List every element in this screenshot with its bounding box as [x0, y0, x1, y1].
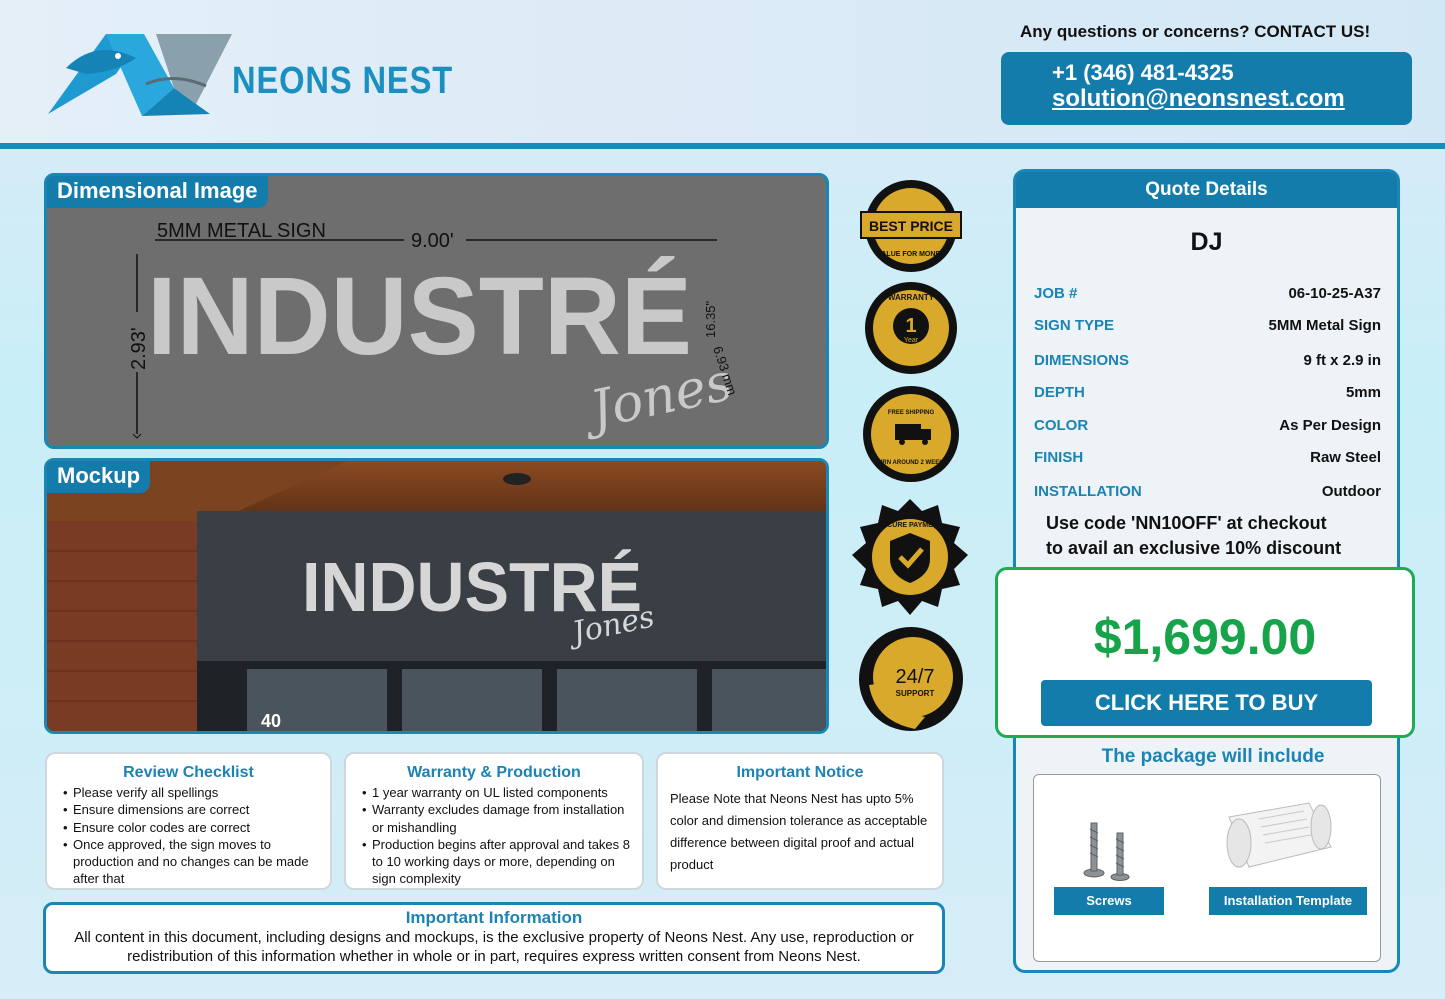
- price: $1,699.00: [1093, 609, 1317, 665]
- contact-heading: Any questions or concerns? CONTACT US!: [1020, 22, 1371, 41]
- dim-right-label-1: 16.35": [703, 300, 718, 338]
- package-box: Screws Installation Template: [1033, 774, 1381, 962]
- important-information-box: Important Information All content in thi…: [43, 902, 945, 974]
- warranty-production-card: Warranty & Production 1 year warranty on…: [344, 752, 644, 890]
- buy-button[interactable]: CLICK HERE TO BUY: [1041, 680, 1372, 726]
- price-box: $1,699.00 CLICK HERE TO BUY: [995, 567, 1415, 738]
- svg-text:FREE SHIPPING: FREE SHIPPING: [888, 410, 935, 416]
- quote-title: Quote Details: [1016, 172, 1397, 208]
- quote-row: JOB #06-10-25-A37: [1034, 285, 1381, 302]
- mockup-tag: Mockup: [47, 461, 151, 493]
- best-price-badge: BEST PRICE VALUE FOR MONEY: [860, 180, 962, 272]
- quote-row: DEPTH 5mm: [1034, 384, 1381, 401]
- dimensional-image-tag: Dimensional Image: [47, 176, 268, 208]
- svg-text:BEST PRICE: BEST PRICE: [869, 218, 953, 234]
- notice-title: Important Notice: [736, 764, 864, 781]
- installation-template-icon: [1226, 802, 1332, 868]
- dim-sign-label: 5MM METAL SIGN: [157, 220, 326, 242]
- svg-text:VALUE FOR MONEY: VALUE FOR MONEY: [877, 251, 945, 258]
- svg-text:TURN AROUND 2 WEEKS: TURN AROUND 2 WEEKS: [874, 460, 947, 466]
- warranty-item: 1 year warranty on UL listed components: [358, 784, 630, 802]
- review-item: Please verify all spellings: [59, 784, 318, 802]
- quote-row: COLOR As Per Design: [1034, 417, 1381, 434]
- svg-text:WARRANTY: WARRANTY: [888, 293, 935, 302]
- mockup-photo: INDUSTRÉ Jones 40: [47, 461, 826, 731]
- important-notice-card: Important Notice Please Note that Neons …: [656, 752, 944, 890]
- promo-line-1: Use code 'NN10OFF' at checkout: [1046, 513, 1327, 533]
- svg-text:1: 1: [905, 315, 916, 337]
- svg-text:24/7: 24/7: [896, 666, 935, 688]
- warranty-item: Warranty excludes damage from installati…: [358, 801, 630, 836]
- screws-icon: [1083, 822, 1130, 881]
- secure-payment-badge: SECURE PAYMENT: [852, 499, 968, 615]
- dimensional-drawing: 5MM METAL SIGN 9.00' 2.93' INDUSTRÉ Jone…: [125, 220, 740, 443]
- contact-phone[interactable]: +1 (346) 481-4325: [1052, 61, 1412, 85]
- warranty-item: Production begins after approval and tak…: [358, 836, 630, 888]
- customer-name: DJ: [1190, 228, 1223, 256]
- promo-text: Use code 'NN10OFF' at checkout to avail …: [1046, 511, 1376, 561]
- warranty-badge: 1 Year WARRANTY: [865, 282, 957, 374]
- header-divider: [0, 143, 1445, 149]
- review-checklist-card: Review Checklist Please verify all spell…: [45, 752, 332, 890]
- mockup-panel: Mockup INDUSTRÉ Jones 40: [44, 458, 829, 734]
- notice-text: Please Note that Neons Nest has upto 5% …: [670, 791, 928, 872]
- dim-width-label: 9.00': [411, 230, 454, 252]
- free-shipping-badge: FREE SHIPPING TURN AROUND 2 WEEKS: [863, 386, 959, 482]
- svg-text:SUPPORT: SUPPORT: [896, 689, 935, 698]
- svg-text:Year: Year: [904, 337, 919, 344]
- quote-row: DIMENSIONS 9 ft x 2.9 in: [1034, 352, 1381, 369]
- package-item-screws: Screws: [1054, 887, 1164, 915]
- review-item: Ensure dimensions are correct: [59, 801, 318, 819]
- support-badge: 24/7 SUPPORT: [859, 627, 963, 731]
- quote-row: SIGN TYPE 5MM Metal Sign: [1034, 317, 1381, 334]
- contact-email-link[interactable]: solution@neonsnest.com: [1052, 85, 1412, 113]
- info-title: Important Information: [405, 908, 583, 927]
- quote-row: FINISH Raw Steel: [1034, 449, 1381, 466]
- dimensional-image-panel: Dimensional Image 5MM METAL SIGN 9.00' 2…: [44, 173, 829, 449]
- quote-row: INSTALLATION Outdoor: [1034, 483, 1381, 500]
- review-item: Ensure color codes are correct: [59, 819, 318, 837]
- package-title: The package will include: [1101, 746, 1325, 767]
- dim-main-text: INDUSTRÉ: [147, 255, 692, 378]
- brand-name: NEONS NEST: [232, 60, 454, 102]
- warranty-title: Warranty & Production: [407, 764, 581, 781]
- review-item: Once approved, the sign moves to product…: [59, 836, 318, 888]
- package-item-template: Installation Template: [1209, 887, 1367, 915]
- review-title: Review Checklist: [123, 764, 254, 781]
- mockup-address: 40: [261, 711, 281, 731]
- contact-box: +1 (346) 481-4325 solution@neonsnest.com: [1001, 52, 1412, 125]
- promo-line-2: to avail an exclusive 10% discount: [1046, 538, 1342, 558]
- info-text: All content in this document, including …: [74, 929, 914, 965]
- svg-text:SECURE PAYMENT: SECURE PAYMENT: [878, 522, 943, 529]
